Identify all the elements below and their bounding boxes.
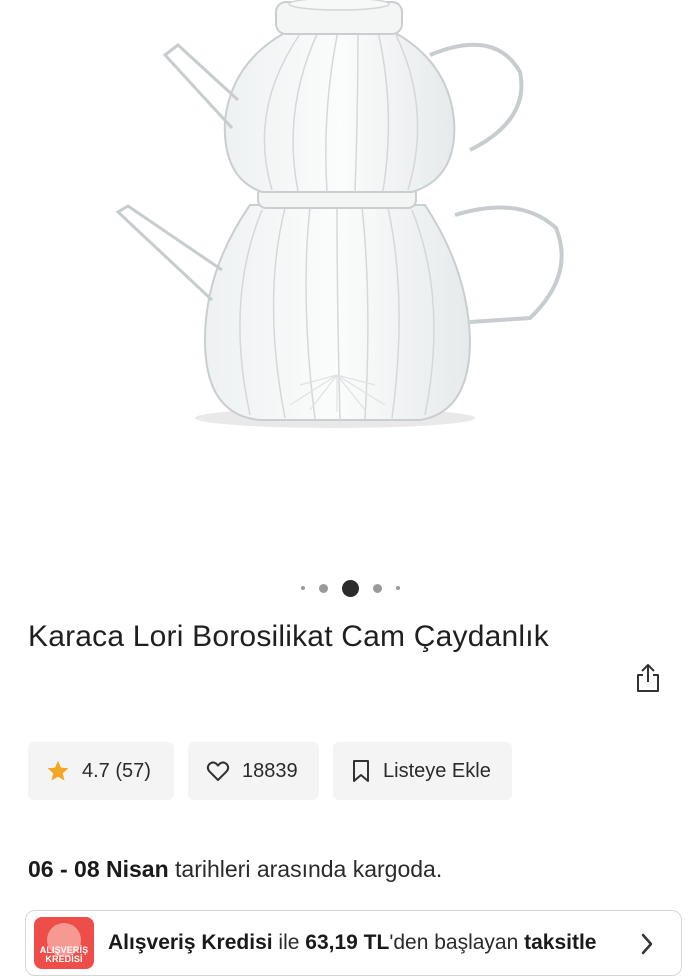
share-icon: [637, 664, 659, 692]
shopping-credit-logo: ALIŞVERİŞ KREDİSİ: [34, 917, 94, 969]
favorite-chip[interactable]: 18839: [188, 742, 319, 800]
favorite-count: 18839: [242, 759, 298, 782]
delivery-info: 06 - 08 Nisan tarihleri arasında kargoda…: [28, 856, 442, 883]
heart-icon: [206, 761, 230, 781]
credit-connector: ile: [272, 931, 306, 954]
product-title: Karaca Lori Borosilikat Cam Çaydanlık: [28, 620, 549, 653]
credit-installment: taksitle: [524, 931, 597, 954]
product-image[interactable]: [0, 0, 700, 565]
action-chips: 4.7 (57) 18839 Listeye Ekle: [28, 742, 512, 800]
teapot-illustration: [115, 0, 564, 428]
carousel-dot[interactable]: [300, 586, 305, 590]
carousel-dot[interactable]: [318, 583, 328, 593]
credit-text: Alışveriş Kredisi ile 63,19 TL'den başla…: [108, 931, 596, 955]
share-button[interactable]: [630, 660, 666, 696]
delivery-suffix: tarihleri arasında kargoda.: [168, 856, 443, 882]
carousel-dot[interactable]: [395, 586, 400, 590]
carousel-dot[interactable]: [372, 583, 382, 593]
shopping-credit-banner[interactable]: ALIŞVERİŞ KREDİSİ Alışveriş Kredisi ile …: [25, 910, 682, 976]
carousel-dot-active[interactable]: [341, 579, 359, 597]
add-to-list-label: Listeye Ekle: [383, 759, 491, 782]
carousel-indicator[interactable]: [0, 578, 700, 598]
badge-line-2: KREDİSİ: [45, 954, 83, 964]
delivery-dates: 06 - 08 Nisan: [28, 856, 169, 882]
credit-name: Alışveriş Kredisi: [108, 931, 273, 954]
bookmark-icon: [353, 760, 369, 782]
credit-middle: 'den başlayan: [389, 931, 525, 954]
add-to-list-chip[interactable]: Listeye Ekle: [333, 742, 512, 800]
rating-chip[interactable]: 4.7 (57): [28, 742, 174, 800]
star-icon: [47, 760, 69, 781]
rating-value: 4.7 (57): [82, 759, 151, 782]
credit-amount: 63,19 TL: [305, 931, 390, 954]
chevron-right-icon: [641, 933, 653, 955]
